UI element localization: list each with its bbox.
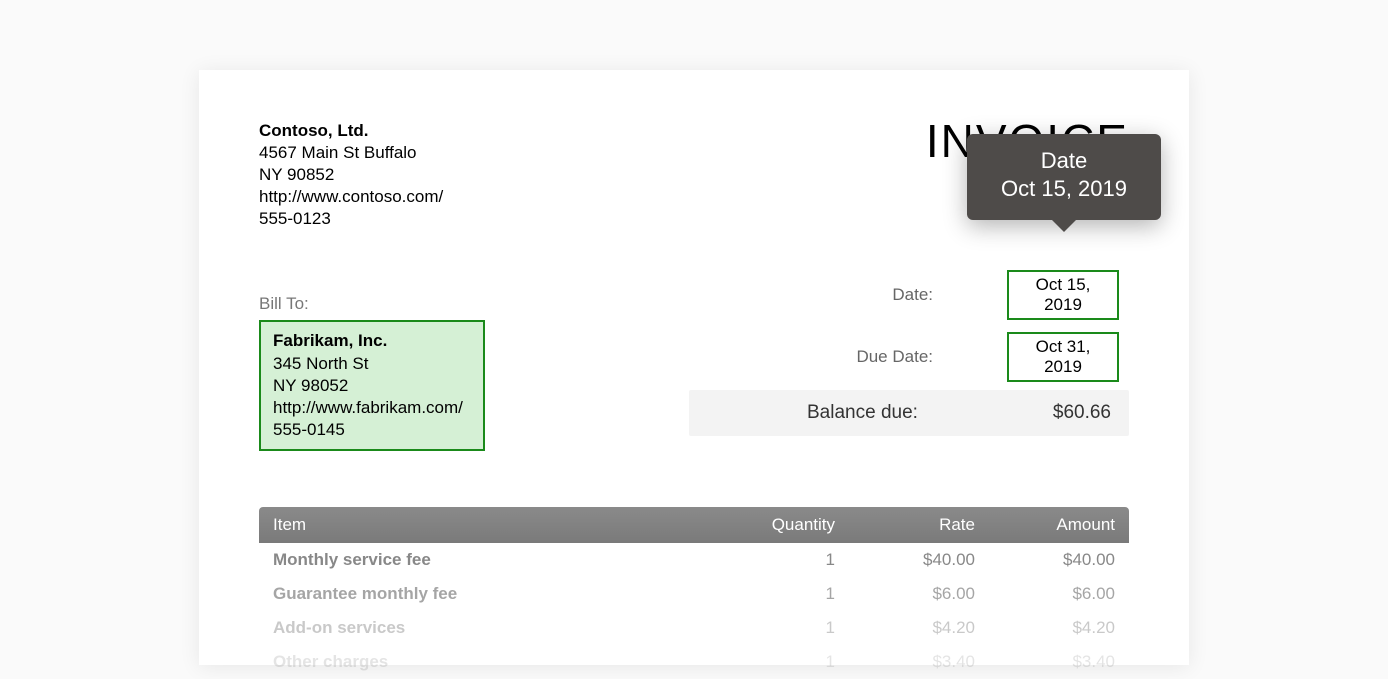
row-amount: $40.00 <box>975 550 1115 570</box>
table-header-row: Item Quantity Rate Amount <box>259 507 1129 543</box>
row-item: Guarantee monthly fee <box>273 584 715 604</box>
balance-due-amount: $60.66 <box>1053 402 1111 424</box>
row-item: Other charges <box>273 652 715 672</box>
line-items-table: Item Quantity Rate Amount Monthly servic… <box>259 507 1129 679</box>
row-item: Monthly service fee <box>273 550 715 570</box>
invoice-page: Contoso, Ltd. 4567 Main St Buffalo NY 90… <box>199 70 1189 665</box>
header-amount: Amount <box>975 515 1115 535</box>
row-rate: $6.00 <box>835 584 975 604</box>
bill-to-name: Fabrikam, Inc. <box>273 330 471 352</box>
header-quantity: Quantity <box>715 515 835 535</box>
from-name: Contoso, Ltd. <box>259 120 443 142</box>
invoice-meta-block: Date: Oct 15, 2019 Due Date: Oct 31, 201… <box>689 264 1129 436</box>
from-citystate: NY 90852 <box>259 164 443 186</box>
due-date-label: Due Date: <box>856 347 933 367</box>
row-rate: $3.40 <box>835 652 975 672</box>
table-row: Add-on services 1 $4.20 $4.20 <box>259 611 1129 645</box>
from-address-block: Contoso, Ltd. 4567 Main St Buffalo NY 90… <box>259 120 443 230</box>
table-row: Guarantee monthly fee 1 $6.00 $6.00 <box>259 577 1129 611</box>
tooltip-value: Oct 15, 2019 <box>1001 176 1127 202</box>
row-amount: $3.40 <box>975 652 1115 672</box>
from-phone: 555-0123 <box>259 208 443 230</box>
date-row: Date: Oct 15, 2019 <box>689 264 1129 326</box>
bill-section: Bill To: Fabrikam, Inc. 345 North St NY … <box>259 294 1129 450</box>
bill-to-label: Bill To: <box>259 294 485 314</box>
tooltip-label: Date <box>1001 148 1127 174</box>
from-street: 4567 Main St Buffalo <box>259 142 443 164</box>
from-website: http://www.contoso.com/ <box>259 186 443 208</box>
bill-to-column: Bill To: Fabrikam, Inc. 345 North St NY … <box>259 294 485 450</box>
table-row: Other charges 1 $3.40 $3.40 <box>259 645 1129 679</box>
table-row: Monthly service fee 1 $40.00 $40.00 <box>259 543 1129 577</box>
date-label: Date: <box>892 285 933 305</box>
bill-to-highlight-box[interactable]: Fabrikam, Inc. 345 North St NY 98052 htt… <box>259 320 485 450</box>
bill-to-street: 345 North St <box>273 353 471 375</box>
row-qty: 1 <box>715 550 835 570</box>
header-item: Item <box>273 515 715 535</box>
row-amount: $4.20 <box>975 618 1115 638</box>
row-amount: $6.00 <box>975 584 1115 604</box>
balance-due-row: Balance due: $60.66 <box>689 390 1129 436</box>
date-tooltip: Date Oct 15, 2019 <box>967 134 1161 220</box>
due-date-row: Due Date: Oct 31, 2019 <box>689 326 1129 388</box>
bill-to-phone: 555-0145 <box>273 419 471 441</box>
date-value-highlight[interactable]: Oct 15, 2019 <box>1007 270 1119 320</box>
bill-to-citystate: NY 98052 <box>273 375 471 397</box>
header-rate: Rate <box>835 515 975 535</box>
row-item: Add-on services <box>273 618 715 638</box>
bill-to-website: http://www.fabrikam.com/ <box>273 397 471 419</box>
balance-due-label: Balance due: <box>707 402 918 424</box>
row-rate: $40.00 <box>835 550 975 570</box>
due-date-value-highlight[interactable]: Oct 31, 2019 <box>1007 332 1119 382</box>
row-rate: $4.20 <box>835 618 975 638</box>
row-qty: 1 <box>715 618 835 638</box>
row-qty: 1 <box>715 652 835 672</box>
row-qty: 1 <box>715 584 835 604</box>
